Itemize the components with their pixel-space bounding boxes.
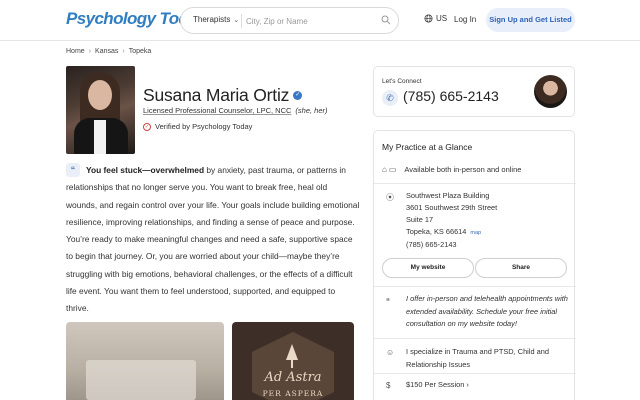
- address-line2: 3601 Southwest 29th Street: [406, 203, 498, 212]
- office-photo[interactable]: [66, 322, 224, 400]
- fee-text: $150 Per Session: [406, 380, 465, 389]
- logo-line1: Ad Astra: [264, 370, 322, 385]
- site-header: Psychology Today Therapists⌄ US Log In S…: [0, 0, 640, 41]
- search-divider: [241, 14, 242, 28]
- breadcrumb-home[interactable]: Home: [66, 48, 85, 55]
- language-selector[interactable]: US: [424, 14, 447, 23]
- profile-name-row: Susana Maria Ortiz ✓: [143, 85, 303, 106]
- globe-icon: [424, 14, 433, 23]
- profile-photo: [66, 66, 135, 154]
- search-bar: Therapists ⌄: [180, 7, 399, 34]
- verified-text[interactable]: Verified by Psychology Today: [155, 122, 252, 131]
- divider: [374, 338, 576, 339]
- chevron-right-icon: ›: [122, 48, 125, 55]
- map-link[interactable]: map: [470, 230, 481, 236]
- breadcrumb-state[interactable]: Kansas: [95, 48, 118, 55]
- specialty-text[interactable]: I specialize in Trauma and PTSD, Child a…: [406, 346, 570, 371]
- address-line3: Suite 17: [406, 215, 434, 224]
- arrow-icon: [286, 344, 298, 360]
- avatar: [534, 75, 567, 108]
- practice-title: My Practice at a Glance: [382, 142, 473, 152]
- verified-check-icon: ✓: [293, 91, 303, 100]
- verification-status: ✓ Verified by Psychology Today: [143, 122, 252, 131]
- location-pin-icon: ⦿: [386, 193, 394, 202]
- phone-number[interactable]: (785) 665-2143: [403, 88, 499, 104]
- dollar-icon: $: [386, 381, 391, 390]
- bio-lead: You feel stuck—overwhelmed: [86, 165, 205, 175]
- profile-credentials: Licensed Professional Counselor, LPC, NC…: [143, 106, 328, 115]
- breadcrumb: Home › Kansas › Topeka: [66, 48, 151, 55]
- verified-shield-icon: ✓: [143, 122, 151, 131]
- divider: [374, 373, 576, 374]
- pronouns: (she, her): [295, 106, 328, 115]
- profile-name: Susana Maria Ortiz: [143, 85, 290, 105]
- fee-row[interactable]: $150 Per Session ›: [406, 380, 469, 389]
- address-line4: Topeka, KS 66614: [406, 227, 467, 236]
- search-icon[interactable]: [381, 15, 391, 25]
- bio-text: by anxiety, past trauma, or patterns in …: [66, 165, 360, 314]
- search-input[interactable]: [246, 12, 374, 30]
- address-phone[interactable]: (785) 665-2143: [406, 239, 497, 251]
- chevron-down-icon: ⌄: [233, 17, 240, 24]
- quote-icon: “: [386, 297, 390, 306]
- connect-label: Let's Connect: [382, 78, 422, 85]
- credentials-text[interactable]: Licensed Professional Counselor, LPC, NC…: [143, 106, 291, 115]
- practice-address: Southwest Plaza Building 3601 Southwest …: [406, 190, 497, 251]
- login-link[interactable]: Log In: [454, 15, 476, 24]
- search-category-dropdown[interactable]: Therapists ⌄: [193, 15, 239, 24]
- breadcrumb-city[interactable]: Topeka: [129, 48, 152, 55]
- chevron-right-icon: ›: [88, 48, 92, 55]
- availability-row: ⌂ ▭ Available both in-person and online: [382, 161, 568, 177]
- practice-card: My Practice at a Glance ⌂ ▭ Available bo…: [373, 130, 576, 400]
- language-label: US: [436, 14, 448, 23]
- address-line1: Southwest Plaza Building: [406, 191, 490, 200]
- my-website-button[interactable]: My website: [382, 258, 474, 278]
- divider: [374, 286, 576, 287]
- share-button[interactable]: Share: [475, 258, 567, 278]
- specialty-icon: ☺: [386, 348, 395, 357]
- phone-icon: ✆: [382, 90, 398, 106]
- video-icon: ▭: [388, 164, 397, 174]
- logo-line2: PER ASPERA: [262, 389, 324, 398]
- practice-logo-image[interactable]: Ad Astra PER ASPERA: [232, 322, 354, 400]
- search-category-label: Therapists: [193, 15, 231, 24]
- in-person-icon: ⌂: [382, 164, 387, 174]
- signup-button[interactable]: Sign Up and Get Listed: [486, 8, 575, 32]
- profile-bio: You feel stuck—overwhelmed by anxiety, p…: [66, 162, 360, 318]
- connect-card: Let's Connect ✆ (785) 665-2143: [373, 66, 575, 117]
- practice-quote: I offer in-person and telehealth appoint…: [406, 294, 568, 328]
- divider: [374, 183, 576, 184]
- availability-text: Available both in-person and online: [404, 164, 522, 174]
